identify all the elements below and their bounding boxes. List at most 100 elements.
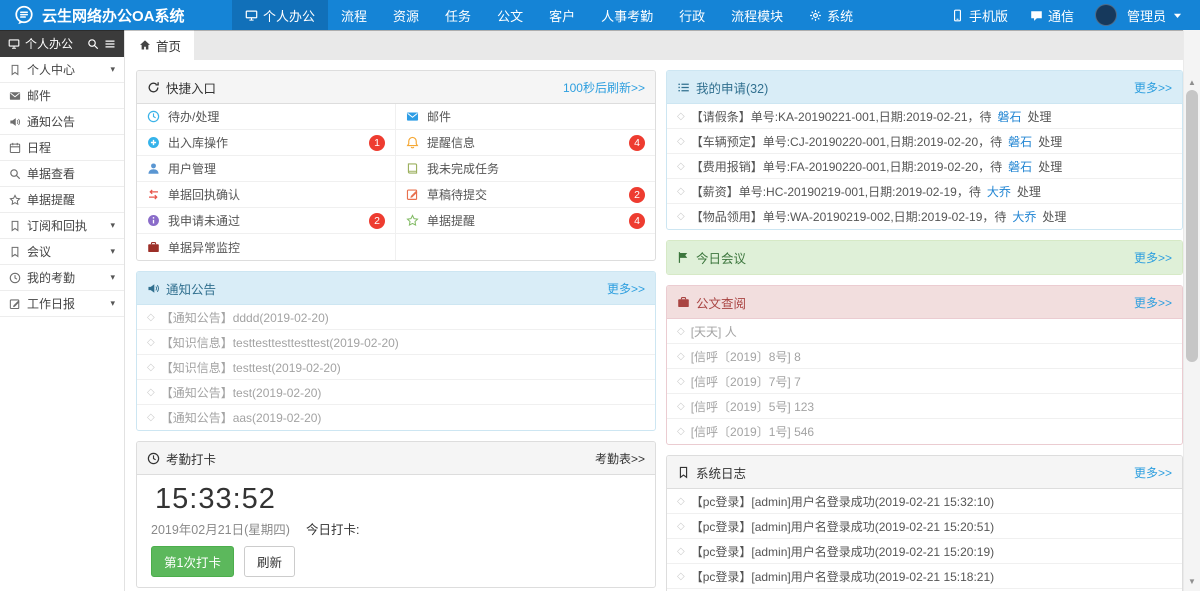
quick-item-remind-info[interactable]: 提醒信息 4 [396, 130, 655, 156]
more-link[interactable]: 更多>> [1134, 464, 1172, 481]
list-item[interactable]: ◇【通知公告】test(2019-02-20) [137, 380, 655, 405]
sidebar-item-notice[interactable]: 通知公告 [0, 109, 124, 135]
bars-icon[interactable] [104, 38, 116, 50]
list-item[interactable]: ◇[信呼〔2019〕7号] 7 [667, 369, 1182, 394]
chevron-down-icon [1171, 9, 1184, 22]
sidebar-item-personal-center[interactable]: 个人中心 ▾ [0, 57, 124, 83]
sidebar-item-mail[interactable]: 邮件 [0, 83, 124, 109]
list-item[interactable]: ◇【薪资】单号:HC-20190219-001,日期:2019-02-19，待大… [667, 179, 1182, 204]
list-item[interactable]: ◇【pc登录】[admin]用户名登录成功(2019-02-21 15:32:1… [667, 489, 1182, 514]
notice-list: ◇【通知公告】dddd(2019-02-20) ◇【知识信息】testtestt… [137, 305, 655, 430]
more-link[interactable]: 更多>> [607, 280, 645, 297]
quick-item-mail[interactable]: 邮件 [396, 104, 655, 130]
nav-item-resource[interactable]: 资源 [380, 0, 432, 30]
count-badge: 4 [629, 135, 645, 151]
list-item[interactable]: ◇【pc登录】[admin]用户名登录成功(2019-02-21 15:20:1… [667, 539, 1182, 564]
list-item[interactable]: ◇【pc登录】[admin]用户名登录成功(2019-02-21 15:18:2… [667, 564, 1182, 589]
nav-item-system[interactable]: 系统 [796, 0, 866, 30]
nav-item-personal-office[interactable]: 个人办公 [232, 0, 328, 30]
tab-home[interactable]: 首页 [126, 30, 194, 60]
sidebar-item-label: 我的考勤 [27, 269, 75, 286]
quick-item-bill-remind[interactable]: 单据提醒 4 [396, 208, 655, 234]
diamond-bullet-icon: ◇ [677, 351, 685, 362]
list-item-text: [信呼〔2019〕8号] 8 [691, 348, 801, 365]
handler-name-link[interactable]: 磐石 [1008, 133, 1032, 150]
list-item[interactable]: ◇[天天] 人 [667, 319, 1182, 344]
list-item-text: 【车辆预定】单号:CJ-20190220-001,日期:2019-02-20，待 [691, 133, 1002, 150]
list-item-text: [信呼〔2019〕1号] 546 [691, 423, 814, 440]
handler-name-link[interactable]: 磐石 [1008, 158, 1032, 175]
chat-icon [1030, 9, 1043, 22]
search-icon[interactable] [87, 38, 99, 50]
nav-item-administration[interactable]: 行政 [666, 0, 718, 30]
nav-item-label: 个人办公 [263, 6, 315, 25]
more-link[interactable]: 更多>> [1134, 79, 1172, 96]
user-avatar[interactable] [1095, 4, 1117, 26]
quick-item-receipt-confirm[interactable]: 单据回执确认 [137, 182, 396, 208]
quick-item-label: 用户管理 [168, 160, 216, 177]
messaging-button[interactable]: 通信 [1019, 6, 1085, 25]
user-menu[interactable]: 管理员 [1123, 6, 1188, 25]
scroll-down-icon[interactable]: ▼ [1184, 575, 1200, 589]
list-item[interactable]: ◇[信呼〔2019〕5号] 123 [667, 394, 1182, 419]
list-item[interactable]: ◇【pc登录】[admin]用户名登录成功(2019-02-21 15:20:5… [667, 514, 1182, 539]
list-item[interactable]: ◇[信呼〔2019〕1号] 546 [667, 419, 1182, 444]
today-punch-label: 今日打卡: [306, 519, 359, 538]
chevron-down-icon: ▾ [110, 221, 115, 230]
diamond-bullet-icon: ◇ [677, 376, 685, 387]
exchange-icon [147, 188, 160, 201]
list-item[interactable]: ◇【通知公告】aas(2019-02-20) [137, 405, 655, 430]
nav-item-label: 公文 [497, 6, 523, 25]
quick-item-apply-rejected[interactable]: 我申请未通过 2 [137, 208, 396, 234]
quick-item-user-manage[interactable]: 用户管理 [137, 156, 396, 182]
nav-item-document[interactable]: 公文 [484, 0, 536, 30]
list-item[interactable]: ◇【知识信息】testtesttesttesttest(2019-02-20) [137, 330, 655, 355]
sidebar-item-bill-remind[interactable]: 单据提醒 [0, 187, 124, 213]
list-item[interactable]: ◇ [信呼〔2019〕8号] 8 [667, 344, 1182, 369]
panel-title: 系统日志 [696, 463, 746, 482]
quick-item-warehouse[interactable]: 出入库操作 1 [137, 130, 396, 156]
nav-item-task[interactable]: 任务 [432, 0, 484, 30]
refresh-countdown-link[interactable]: 100秒后刷新>> [563, 79, 645, 96]
refresh-button[interactable]: 刷新 [244, 546, 295, 577]
sidebar-item-subscribe[interactable]: 订阅和回执 ▾ [0, 213, 124, 239]
quick-item-draft-submit[interactable]: 草稿待提交 2 [396, 182, 655, 208]
list-item[interactable]: ◇【费用报销】单号:FA-20190220-001,日期:2019-02-20，… [667, 154, 1182, 179]
quick-item-bill-monitor[interactable]: 单据异常监控 [137, 234, 396, 260]
list-item[interactable]: ◇【知识信息】testtest(2019-02-20) [137, 355, 655, 380]
handler-name-link[interactable]: 大乔 [987, 183, 1011, 200]
app-brand[interactable]: 云生网络办公OA系统 [0, 0, 232, 30]
handler-name-link[interactable]: 大乔 [1012, 208, 1036, 225]
mobile-version-button[interactable]: 手机版 [940, 6, 1019, 25]
handler-name-link[interactable]: 磐石 [998, 108, 1022, 125]
sidebar-item-schedule[interactable]: 日程 [0, 135, 124, 161]
more-link[interactable]: 更多>> [1134, 249, 1172, 266]
vertical-scrollbar[interactable]: ▲ ▼ [1183, 30, 1200, 591]
list-item[interactable]: ◇【车辆预定】单号:CJ-20190220-001,日期:2019-02-20，… [667, 129, 1182, 154]
sidebar-item-work-daily[interactable]: 工作日报 ▾ [0, 291, 124, 317]
attendance-sheet-link[interactable]: 考勤表>> [595, 450, 645, 467]
diamond-bullet-icon: ◇ [677, 496, 685, 507]
quick-item-todo[interactable]: 待办/处理 [137, 104, 396, 130]
list-item[interactable]: ◇【物品领用】单号:WA-20190219-002,日期:2019-02-19，… [667, 204, 1182, 229]
nav-item-workflow[interactable]: 流程 [328, 0, 380, 30]
sidebar-item-my-attendance[interactable]: 我的考勤 ▾ [0, 265, 124, 291]
quick-item-unfinished-task[interactable]: 我未完成任务 [396, 156, 655, 182]
scroll-up-icon[interactable]: ▲ [1184, 76, 1200, 90]
nav-item-customer[interactable]: 客户 [536, 0, 588, 30]
more-link[interactable]: 更多>> [1134, 294, 1172, 311]
list-item-text: 【pc登录】[admin]用户名登录成功(2019-02-21 15:20:51… [691, 518, 994, 535]
nav-item-label: 系统 [827, 6, 853, 25]
nav-item-workflow-module[interactable]: 流程模块 [718, 0, 796, 30]
punch-in-button[interactable]: 第1次打卡 [151, 546, 234, 577]
bookmark-icon [9, 64, 21, 76]
sidebar: 个人办公 个人中心 ▾ 邮件 通知公告 日程 单据查看 单据提醒 订阅和回执 ▾… [0, 30, 125, 591]
sidebar-item-meeting[interactable]: 会议 ▾ [0, 239, 124, 265]
nav-item-hr-attendance[interactable]: 人事考勤 [588, 0, 666, 30]
list-item[interactable]: ◇【通知公告】dddd(2019-02-20) [137, 305, 655, 330]
sidebar-item-bill-view[interactable]: 单据查看 [0, 161, 124, 187]
list-item[interactable]: ◇【请假条】单号:KA-20190221-001,日期:2019-02-21，待… [667, 104, 1182, 129]
official-docs-list: ◇[天天] 人 ◇[信呼〔2019〕8号] 8 ◇[信呼〔2019〕7号] 7 … [667, 319, 1182, 444]
scrollbar-thumb[interactable] [1186, 90, 1198, 362]
mobile-version-label: 手机版 [969, 6, 1008, 25]
